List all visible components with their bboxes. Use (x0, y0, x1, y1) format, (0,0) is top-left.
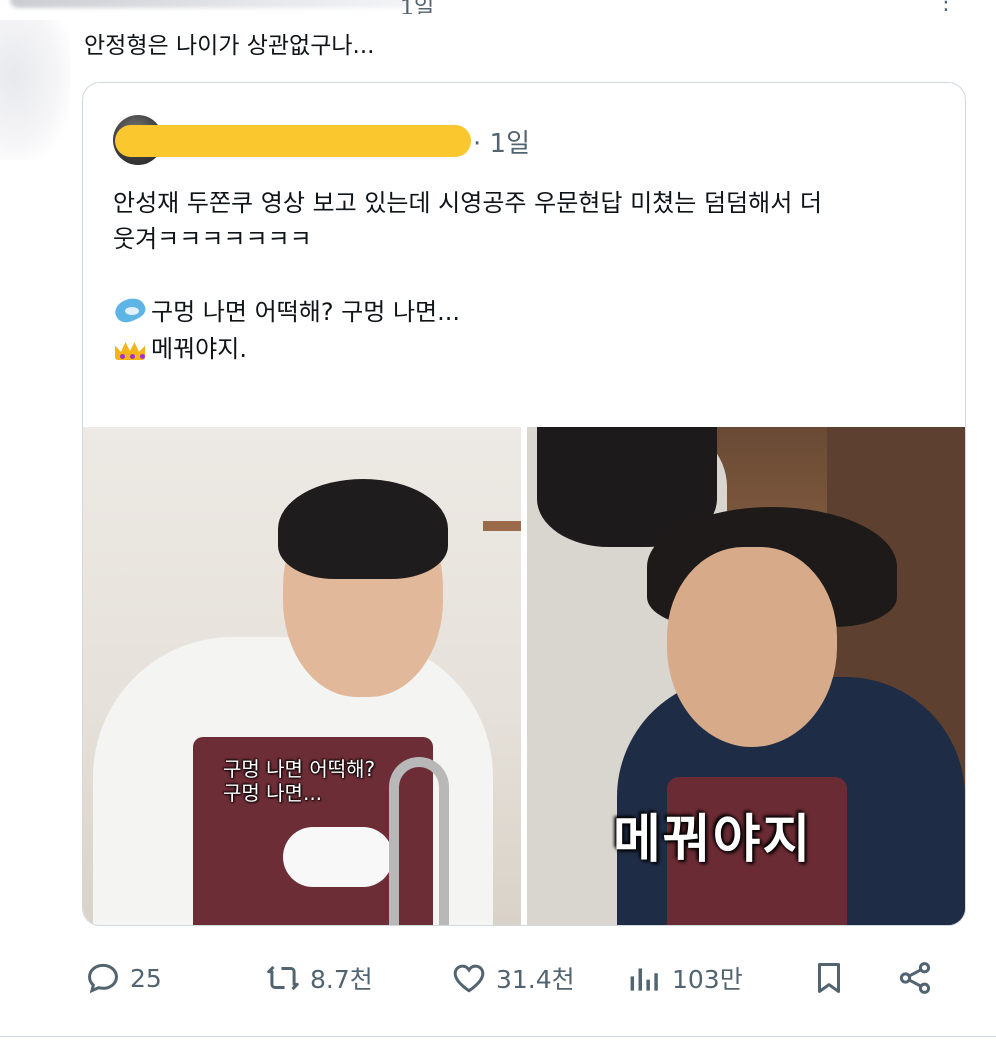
left-subtitle-line-1: 구멍 나면 어떡해? (223, 757, 376, 781)
tweet-action-bar: 25 8.7천 31.4천 103만 (84, 950, 944, 1006)
heart-icon (453, 964, 485, 993)
share-icon (899, 962, 931, 994)
bookmark-button[interactable] (810, 950, 848, 1006)
dolphin-emoji-icon (113, 293, 147, 327)
bookmark-icon (817, 963, 841, 993)
left-photo-subtitle: 구멍 나면 어떡해? 구멍 나면... (223, 757, 375, 805)
quoted-text-line-4: 구멍 나면 어떡해? 구멍 나면... (113, 293, 933, 330)
avatar-smudge (0, 20, 70, 160)
more-options-icon[interactable]: ⋮ (935, 0, 958, 14)
chef-hair (278, 479, 448, 579)
share-button[interactable] (896, 950, 934, 1006)
left-subtitle-line-2: 구멍 나면... (223, 781, 323, 805)
media-photo-right[interactable]: 메꿔야지 (527, 427, 965, 925)
tweet-date: 1일 (400, 0, 435, 14)
faucet (389, 757, 449, 925)
retweet-button[interactable]: 8.7천 (264, 950, 373, 1006)
tweet-text: 안정형은 나이가 상관없구나... (84, 33, 375, 59)
media-grid: 구멍 나면 어떡해? 구멍 나면... 메꿔야지 (83, 427, 965, 925)
reply-count: 25 (130, 963, 162, 993)
view-count: 103만 (672, 965, 743, 994)
previous-header-strip: 1일 ⋮ (0, 0, 996, 14)
reply-icon (88, 963, 118, 994)
crown-line-text: 메꿔야지. (151, 335, 247, 363)
views-button[interactable]: 103만 (626, 950, 743, 1006)
redacted-author-name (10, 0, 410, 8)
quoted-tweet-text: 안성재 두쫀쿠 영상 보고 있는데 시영공주 우문현답 미쳤는 덤덤해서 더 웃… (113, 185, 933, 367)
girl-face (667, 547, 837, 747)
media-photo-left[interactable]: 구멍 나면 어떡해? 구멍 나면... (83, 427, 521, 925)
quoted-text-line-3 (113, 257, 933, 293)
quoted-tweet-date[interactable]: · 1일 (473, 123, 530, 160)
like-button[interactable]: 31.4천 (450, 950, 575, 1006)
quoted-text-line-5: 메꿔야지. (113, 330, 933, 367)
shelf (483, 521, 521, 531)
right-photo-subtitle: 메꿔야지 (613, 810, 813, 870)
quoted-text-line-1: 안성재 두쫀쿠 영상 보고 있는데 시영공주 우문현답 미쳤는 덤덤해서 더 (113, 189, 822, 217)
retweet-icon (267, 965, 299, 991)
dolphin-line-text: 구멍 나면 어떡해? 구멍 나면... (151, 298, 461, 326)
crown-emoji-icon (113, 330, 147, 364)
redacted-quoted-author-name (115, 125, 471, 157)
quoted-tweet-card[interactable]: · 1일 안성재 두쫀쿠 영상 보고 있는데 시영공주 우문현답 미쳤는 덤덤해… (82, 82, 966, 926)
analytics-icon (630, 968, 658, 991)
like-count: 31.4천 (496, 965, 575, 994)
quoted-text-line-2: 웃겨ㅋㅋㅋㅋㅋㅋㅋ (113, 225, 312, 253)
retweet-count: 8.7천 (310, 965, 373, 994)
tweet-divider (0, 1036, 996, 1037)
chef-gloves (283, 827, 393, 887)
reply-button[interactable]: 25 (84, 950, 162, 1006)
